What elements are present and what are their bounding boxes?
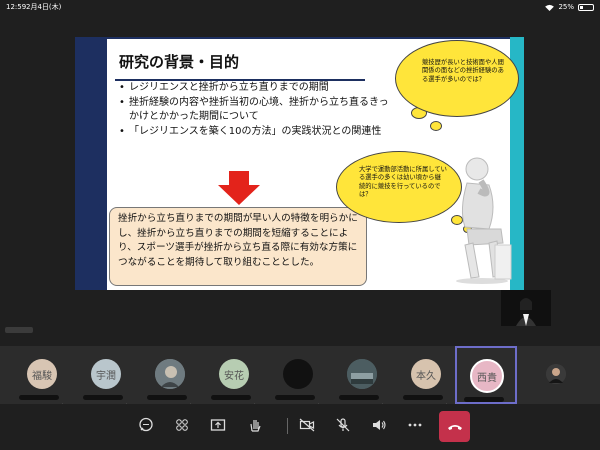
participant-tile[interactable] [332, 346, 394, 409]
avatar: 西貴 [470, 359, 504, 393]
raise-hand-icon [250, 420, 261, 432]
more-icon [408, 423, 422, 427]
participant-tile[interactable] [268, 346, 330, 409]
toolbar-divider [287, 418, 288, 434]
mic-muted-icon [125, 394, 131, 409]
result-box: 挫折から立ち直りまでの期間が早い人の特徴を明らかにし、挫折から立ち直りまでの期間… [109, 207, 367, 286]
mic-muted-icon [381, 394, 387, 409]
profile-photo-icon [155, 359, 185, 389]
bullet-item: 挫折経験の内容や挫折当初の心境、挫折から立ち直るきっかけとかかった期間について [119, 96, 389, 125]
bullet-item: 「レジリエンスを築く10の方法」の実践状況との関連性 [119, 125, 389, 140]
speaker-button[interactable] [368, 414, 390, 436]
mic-muted-icon [189, 394, 195, 409]
self-video-preview[interactable] [501, 290, 551, 326]
slide-wave-edge [95, 37, 101, 290]
meeting-toolbar [0, 404, 600, 450]
battery-fill [580, 5, 583, 9]
avatar: 宇潤 [91, 359, 121, 389]
avatar: 福駿 [27, 359, 57, 389]
avatar-photo [347, 359, 377, 389]
redacted-name [83, 395, 123, 400]
camera-off-icon [299, 418, 315, 432]
participants-button[interactable] [171, 414, 193, 436]
shared-slide: 研究の背景・目的 レジリエンスと挫折から立ち直りまでの期間 挫折経験の内容や挫折… [75, 37, 524, 290]
slide-top-line [107, 37, 510, 39]
redacted-name [464, 397, 504, 402]
participant-tile[interactable]: 福駿 [12, 346, 74, 409]
participant-strip: 福駿 宇潤 安花 本久 西貴 [0, 346, 600, 411]
thinking-figure-icon [456, 157, 512, 284]
redacted-name [147, 395, 187, 400]
bullet-item: レジリエンスと挫折から立ち直りまでの期間 [119, 81, 389, 96]
caption-indicator [5, 327, 33, 333]
slide-title: 研究の背景・目的 [119, 53, 240, 71]
leave-call-button[interactable] [439, 411, 470, 442]
mic-toggle-button[interactable] [332, 414, 354, 436]
person-video-icon [501, 290, 551, 326]
leave-call-icon [447, 424, 462, 430]
participant-tile[interactable] [140, 346, 202, 409]
avatar: 本久 [411, 359, 441, 389]
share-screen-button[interactable] [207, 414, 229, 436]
speaker-icon [373, 420, 386, 430]
slide-bullets: レジリエンスと挫折から立ち直りまでの期間 挫折経験の内容や挫折当初の心境、挫折か… [119, 79, 389, 139]
participant-tile[interactable]: 宇潤 [76, 346, 138, 409]
down-arrow-icon [218, 171, 260, 205]
date: 2月4日(木) [26, 3, 62, 11]
share-screen-icon [210, 419, 226, 431]
avatar-photo [155, 359, 185, 389]
thought-cloud-1: 競技歴が長いと技術面や人間関係の面などの挫折経験のある選手が多いのでは？ [395, 40, 519, 117]
mic-off-icon [336, 418, 350, 432]
battery-percent: 25% [558, 3, 574, 11]
participant-tile-active-speaker[interactable]: 西貴 [455, 346, 517, 411]
mic-muted-icon [61, 394, 67, 409]
mic-muted-icon [317, 394, 323, 409]
more-options-button[interactable] [404, 414, 426, 436]
clock: 12:59 [6, 3, 27, 11]
participant-tile[interactable]: 本久 [396, 346, 458, 409]
avatar: 安花 [219, 359, 249, 389]
redacted-name [211, 395, 251, 400]
redacted-name [339, 395, 379, 400]
chat-icon [139, 417, 153, 432]
status-right: 25% [545, 0, 594, 14]
avatar-photo [283, 359, 313, 389]
slide-left-band [75, 37, 107, 290]
participant-tile[interactable] [524, 346, 586, 404]
profile-photo-icon [546, 364, 566, 384]
participants-icon [176, 419, 188, 431]
camera-toggle-button[interactable] [296, 414, 318, 436]
redacted-name [403, 395, 443, 400]
cloud-puff [430, 121, 442, 131]
redacted-name [19, 395, 59, 400]
wifi-icon [545, 4, 555, 11]
redacted-name [275, 395, 315, 400]
mic-muted-icon [506, 396, 512, 411]
landscape-photo-icon [347, 359, 377, 389]
battery-icon [578, 3, 594, 11]
raise-hand-button[interactable] [244, 414, 266, 436]
status-bar: 12:59 2月4日(木) 25% [0, 0, 600, 14]
mic-muted-icon [445, 394, 451, 409]
chat-button[interactable] [135, 414, 157, 436]
avatar-photo [546, 364, 566, 384]
thought-cloud-2: 大学で運動部活動に所属している選手の多くは幼い頃から継続的に競技を行っているので… [336, 151, 462, 223]
participant-tile[interactable]: 安花 [204, 346, 266, 409]
mic-muted-icon [253, 394, 259, 409]
